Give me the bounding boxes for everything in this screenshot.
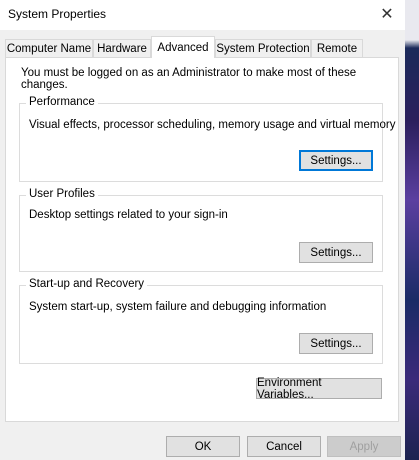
user-profiles-description: Desktop settings related to your sign-in: [29, 209, 228, 221]
user-profiles-settings-button[interactable]: Settings...: [299, 242, 373, 263]
title-bar: System Properties ✕: [0, 0, 405, 30]
apply-button[interactable]: Apply: [327, 436, 401, 457]
startup-recovery-title: Start-up and Recovery: [26, 278, 148, 290]
tab-computer-name[interactable]: Computer Name: [5, 39, 93, 57]
user-profiles-group: User Profiles Desktop settings related t…: [19, 188, 383, 272]
performance-group: Performance Visual effects, processor sc…: [19, 96, 395, 182]
performance-settings-button[interactable]: Settings...: [299, 150, 373, 171]
tab-hardware[interactable]: Hardware: [93, 39, 151, 57]
system-properties-dialog: System Properties ✕ Computer Name Hardwa…: [0, 0, 405, 460]
close-icon: ✕: [380, 6, 394, 23]
user-profiles-title: User Profiles: [26, 188, 98, 200]
tab-remote[interactable]: Remote: [311, 39, 363, 57]
window-title: System Properties: [8, 7, 107, 21]
environment-variables-button[interactable]: Environment Variables...: [256, 377, 382, 401]
performance-description: Visual effects, processor scheduling, me…: [29, 119, 396, 131]
startup-recovery-group: Start-up and Recovery System start-up, s…: [19, 278, 383, 364]
ok-button[interactable]: OK: [166, 436, 240, 457]
advanced-tab-panel: You must be logged on as an Administrato…: [5, 57, 399, 422]
startup-recovery-description: System start-up, system failure and debu…: [29, 301, 327, 313]
admin-note: You must be logged on as an Administrato…: [21, 67, 357, 91]
performance-title: Performance: [26, 96, 98, 108]
tab-advanced[interactable]: Advanced: [151, 36, 215, 58]
tab-system-protection[interactable]: System Protection: [215, 39, 311, 57]
cancel-button[interactable]: Cancel: [247, 436, 321, 457]
close-button[interactable]: ✕: [375, 3, 399, 25]
startup-recovery-settings-button[interactable]: Settings...: [299, 333, 373, 354]
desktop-background-strip: [405, 0, 419, 460]
